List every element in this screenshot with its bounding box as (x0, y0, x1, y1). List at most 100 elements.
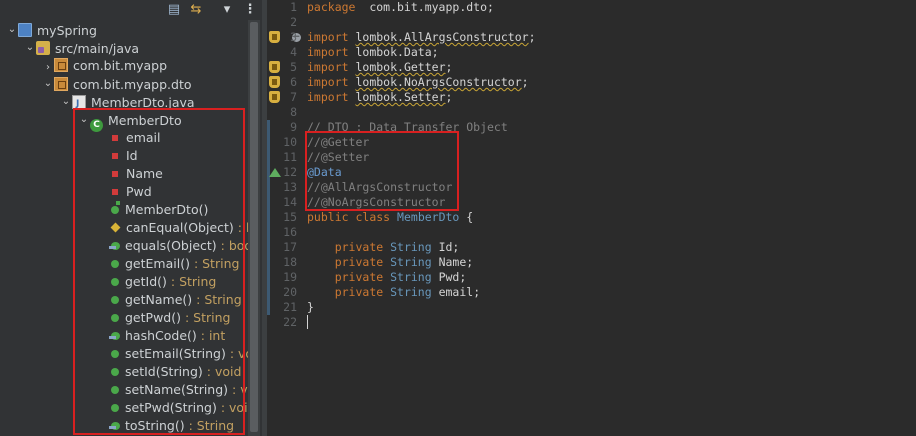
code-token: lombok.AllArgsConstructor (355, 30, 529, 44)
collapse-all-icon[interactable]: ▤ (166, 2, 182, 18)
chevron-down-icon[interactable]: ⌄ (6, 21, 18, 39)
code-area[interactable]: package com.bit.myapp.dto; import lombok.… (307, 0, 907, 436)
tree-item[interactable]: getName() : String (96, 291, 242, 309)
source-folder-icon (36, 41, 50, 55)
code-line: import lombok.NoArgsConstructor; (307, 75, 529, 90)
tree-item[interactable]: MemberDto() (96, 201, 208, 219)
warning-lightbulb-icon[interactable] (269, 31, 280, 43)
code-line: import lombok.AllArgsConstructor; (307, 30, 536, 45)
package-icon (54, 58, 68, 72)
tree-item-label: canEqual(Object) (126, 220, 234, 235)
code-token: Id; (431, 240, 460, 254)
code-line: //@AllArgsConstructor (307, 180, 452, 195)
line-number: 20 (283, 285, 297, 299)
chevron-down-icon[interactable]: ⌄ (60, 93, 72, 111)
code-line: import lombok.Setter; (307, 90, 452, 105)
tree-item[interactable]: canEqual(Object) : boo (96, 219, 248, 237)
gutter-line: 2 (267, 15, 301, 30)
code-editor[interactable]: 1 2−3 4 5 6 7 8 9 10 11 12 13 14 15 16 17 18 19 20 21 22 pac… (267, 0, 916, 436)
code-token: ; (445, 90, 453, 104)
code-token: //@Getter (307, 135, 370, 149)
override-marker-icon[interactable] (269, 168, 281, 177)
public-method-icon (111, 350, 119, 358)
chevron-down-icon[interactable]: ⌄ (24, 39, 36, 57)
gutter-line: 6 (267, 75, 301, 90)
code-token: import (307, 90, 349, 104)
code-line: package com.bit.myapp.dto; (307, 0, 494, 15)
tree-item[interactable]: ⌄ C MemberDto (78, 111, 182, 132)
warning-lightbulb-icon[interactable] (269, 91, 280, 103)
tree-scroll-thumb[interactable] (250, 22, 258, 432)
tree-scrollbar[interactable] (248, 20, 260, 436)
chevron-down-icon[interactable]: ⌄ (42, 75, 54, 93)
gutter-line: 22 (267, 315, 301, 330)
code-token: Name; (431, 255, 474, 269)
code-token: package (307, 0, 356, 14)
tree-item-label: mySpring (37, 23, 97, 38)
tree-item-return-type: : boo (237, 220, 248, 235)
tree-item-label: setName(String) (125, 382, 229, 397)
explorer-toolbar: ▤ ⇆ ▾ ⋮ (0, 0, 262, 20)
tree-item[interactable]: toString() : String (96, 417, 234, 435)
tree-item[interactable]: equals(Object) : boolea (96, 237, 248, 255)
tree-item[interactable]: ⌄ MemberDto.java (60, 93, 195, 113)
code-token: import (307, 60, 349, 74)
code-token: import (307, 45, 349, 59)
tree-item[interactable]: setEmail(String) : void (96, 345, 248, 363)
tree-item[interactable]: email (96, 129, 160, 147)
tree-item[interactable]: setPwd(String) : void (96, 399, 248, 417)
tree-item[interactable]: setId(String) : void (96, 363, 241, 381)
gutter-line: 9 (267, 120, 301, 135)
text-caret (307, 315, 308, 329)
code-token: //@AllArgsConstructor (307, 180, 453, 194)
tree-item[interactable]: hashCode() : int (96, 327, 225, 345)
line-number: 8 (290, 105, 297, 119)
code-line: private String email; (307, 285, 480, 300)
editor-gutter: 1 2−3 4 5 6 7 8 9 10 11 12 13 14 15 16 17 18 19 20 21 22 (267, 0, 301, 436)
tree-item[interactable]: Name (96, 165, 163, 183)
tree-item[interactable]: ⌄ mySpring (6, 21, 97, 39)
tree-item-label: com.bit.myapp.dto (73, 77, 192, 92)
code-token: Pwd; (431, 270, 467, 284)
code-token: String (390, 285, 432, 299)
gutter-line: 7 (267, 90, 301, 105)
filter-icon[interactable]: ▾ (219, 2, 235, 18)
tree-item[interactable]: › com.bit.myapp (42, 57, 167, 75)
line-number: 4 (290, 45, 297, 59)
constructor-icon (111, 201, 120, 214)
tree-item[interactable]: getEmail() : String (96, 255, 239, 273)
tree-item[interactable]: Pwd (96, 183, 152, 201)
line-number: 19 (283, 270, 297, 284)
tree-item-label: email (126, 130, 161, 145)
public-method-icon (111, 278, 119, 286)
chevron-down-icon[interactable]: ⌄ (78, 111, 90, 129)
gutter-line: 1 (267, 0, 301, 15)
code-line: } (307, 300, 314, 315)
line-number: 6 (290, 75, 297, 89)
tree-item-label: getId() (125, 274, 167, 289)
project-tree[interactable]: ⌄ mySpring ⌄ src/main/java › com.bit.myapp ⌄ co… (0, 20, 248, 436)
public-method-icon (111, 368, 119, 376)
view-menu-icon[interactable]: ⋮ (242, 2, 258, 18)
tree-item[interactable]: getId() : String (96, 273, 216, 291)
line-number: 11 (283, 150, 297, 164)
tree-item[interactable]: ⌄ com.bit.myapp.dto (42, 75, 192, 93)
link-with-editor-icon[interactable]: ⇆ (188, 2, 204, 18)
code-token: lombok.Getter (355, 60, 446, 74)
code-token: lombok.Data; (348, 45, 439, 59)
warning-lightbulb-icon[interactable] (269, 61, 280, 73)
protected-method-icon (110, 222, 121, 233)
tree-item[interactable]: getPwd() : String (96, 309, 230, 327)
code-token: ; (521, 75, 529, 89)
tree-item[interactable]: setName(String) : void (96, 381, 248, 399)
code-token: //@Setter (307, 150, 370, 164)
tree-item-label: Name (126, 166, 163, 181)
tree-item[interactable]: Id (96, 147, 138, 165)
warning-lightbulb-icon[interactable] (269, 76, 280, 88)
line-number: 18 (283, 255, 297, 269)
tree-item[interactable]: ⌄ src/main/java (24, 39, 139, 57)
line-number: 22 (283, 315, 297, 329)
